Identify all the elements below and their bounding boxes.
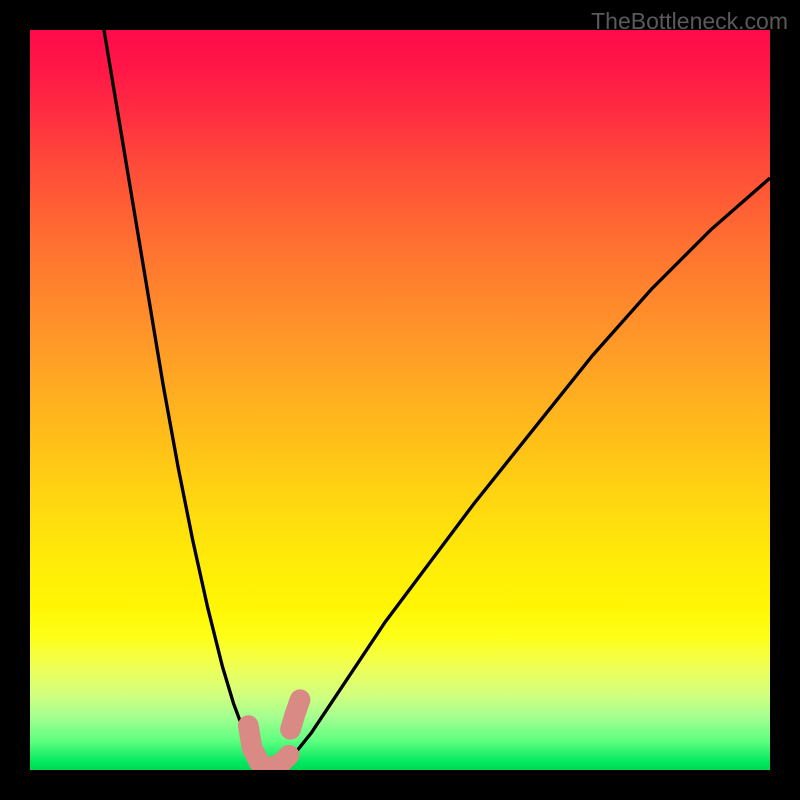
plot-area [30, 30, 770, 770]
highlight-segment-1 [290, 700, 300, 730]
highlight-svg [30, 30, 770, 770]
watermark-text: TheBottleneck.com [591, 8, 788, 35]
